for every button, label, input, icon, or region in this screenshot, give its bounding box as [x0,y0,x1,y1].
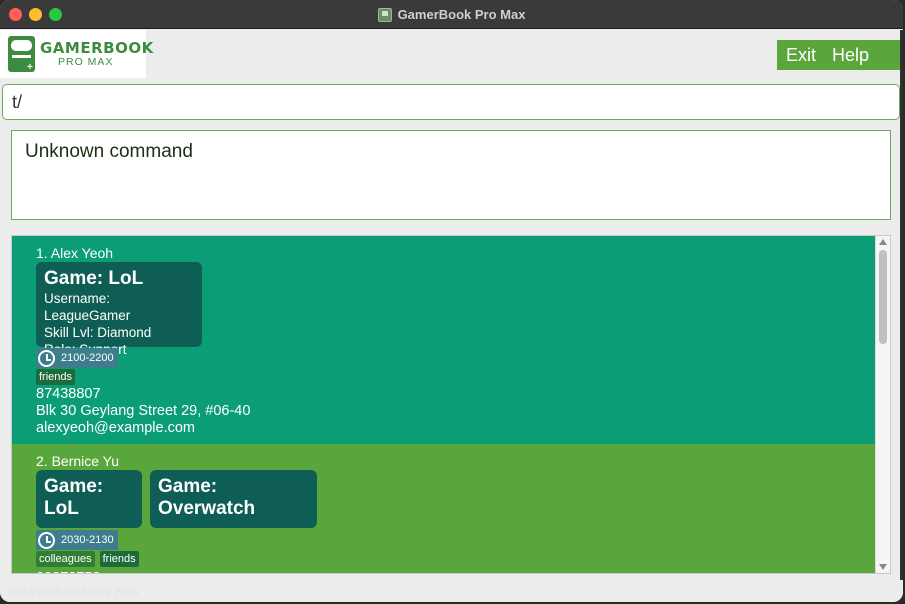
game-title: Game: LoL [44,476,104,519]
time-badge: 2100-2200 [36,348,118,368]
status-bar: data/addressbook.json [0,580,903,602]
title-wrap: GamerBook Pro Max [0,0,903,29]
tag-list: friends [36,369,76,385]
game-list: Game: LoL Username: LeagueGamer Skill Lv… [36,262,202,357]
command-input-value: t/ [12,91,23,112]
game-card: Game: Overwatch [150,470,317,528]
list-scrollbar[interactable] [875,236,890,573]
person-list[interactable]: 1. Alex Yeoh Game: LoL Username: LeagueG… [11,235,891,574]
logo-title: GAMERBOOK [40,39,154,57]
result-display: Unknown command [11,130,891,220]
data-file-path: data/addressbook.json [8,584,139,599]
clock-icon [38,349,55,367]
tag: friends [99,551,139,567]
game-skill: Skill Lvl: Diamond [44,325,152,340]
app-icon [377,7,392,22]
game-title: Game: Overwatch [158,476,256,519]
menu-exit[interactable]: Exit [777,45,824,66]
scroll-down-arrow-icon[interactable] [879,564,887,570]
scroll-thumb[interactable] [879,250,887,344]
person-card[interactable]: 1. Alex Yeoh Game: LoL Username: LeagueG… [12,236,876,444]
game-username: Username: LeagueGamer [44,291,131,323]
command-input[interactable]: t/ [2,84,900,120]
window-title: GamerBook Pro Max [397,7,526,22]
scroll-up-arrow-icon[interactable] [879,239,887,245]
window-edge [900,30,903,580]
game-card: Game: LoL [36,470,142,528]
person-phone: 87438807 [36,386,101,402]
app-logo: + GAMERBOOK PRO MAX [0,30,153,78]
tag-list: colleagues friends [36,551,139,567]
result-text: Unknown command [25,141,193,162]
person-card[interactable]: 2. Bernice Yu Game: LoL Game: Overwatch … [12,444,876,573]
person-phone: 99272758 [36,570,101,573]
app-window: GamerBook Pro Max + GAMERBOOK PRO MAX Ex… [0,0,903,602]
game-card: Game: LoL Username: LeagueGamer Skill Lv… [36,262,202,357]
menu-bar: + GAMERBOOK PRO MAX Exit Help [0,30,903,78]
person-email: alexyeoh@example.com [36,420,195,436]
game-title: Game: LoL [44,268,144,289]
clock-icon [38,531,55,549]
gamepad-icon: + [8,36,35,73]
game-list: Game: LoL Game: Overwatch [36,470,317,528]
menu-group: Exit Help [777,40,901,70]
title-bar: GamerBook Pro Max [0,0,903,29]
tag: friends [36,369,76,385]
time-badge: 2030-2130 [36,530,118,550]
person-name: 2. Bernice Yu [36,453,120,469]
tag: colleagues [36,551,95,567]
time-range: 2030-2130 [61,534,114,546]
person-name: 1. Alex Yeoh [36,245,114,261]
logo-subtitle: PRO MAX [58,56,114,68]
menu-help[interactable]: Help [824,45,877,66]
time-range: 2100-2200 [61,352,114,364]
person-address: Blk 30 Geylang Street 29, #06-40 [36,403,251,419]
